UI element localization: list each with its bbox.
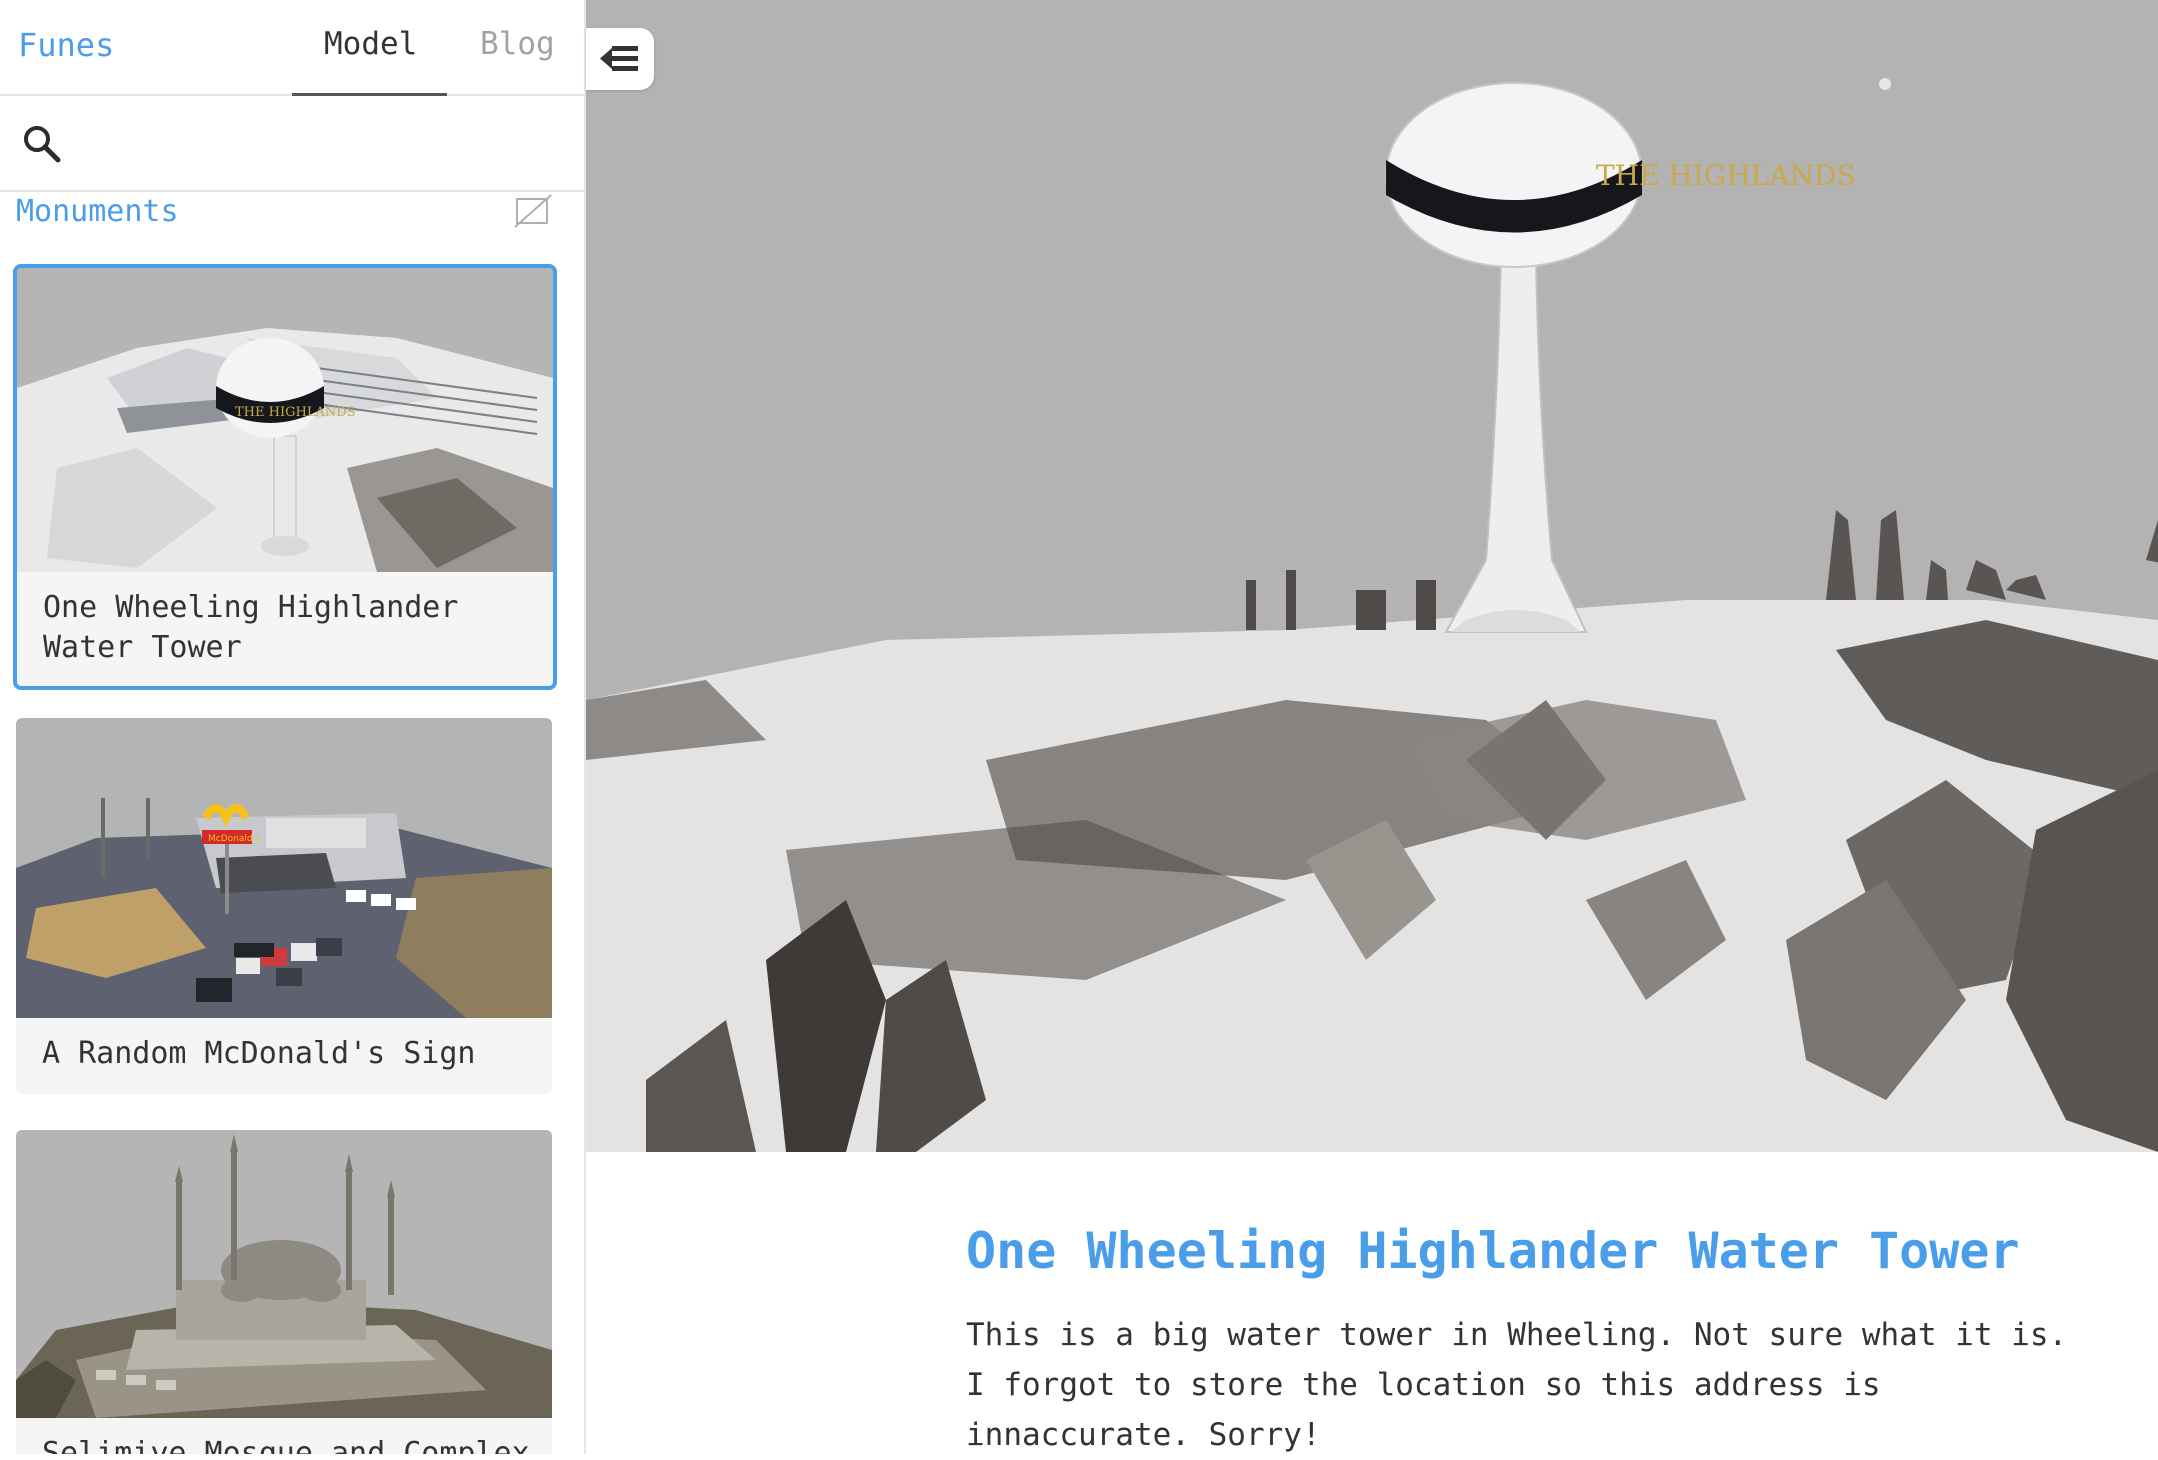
search-icon[interactable]: [20, 122, 64, 166]
water-tower-3d-model[interactable]: THE HIGHLANDS: [586, 0, 2158, 1152]
search-bar[interactable]: [0, 96, 584, 192]
model-description: This is a big water tower in Wheeling. N…: [966, 1317, 2068, 1453]
tab-blog[interactable]: Blog: [480, 26, 555, 62]
model-card-water-tower[interactable]: THE HIGHLANDS One Wheeling Highlander Wa…: [13, 264, 557, 690]
mosque-thumbnail: [16, 1130, 552, 1418]
collapse-sidebar-button[interactable]: [586, 28, 654, 90]
model-card-mosque[interactable]: Selimiye Mosque and Complex: [16, 1130, 552, 1454]
tower-logo-text: THE HIGHLANDS: [1596, 159, 1856, 192]
model-card-mcdonalds[interactable]: McDonald's A Random McDonald's Sign: [16, 718, 552, 1094]
model-card-label: A Random McDonald's Sign: [42, 1036, 476, 1071]
model-card-label: Selimiye Mosque and Complex: [42, 1436, 530, 1454]
model-title: One Wheeling Highlander Water Tower: [966, 1222, 2020, 1280]
svg-text:McDonald's: McDonald's: [208, 834, 260, 844]
brand-logo[interactable]: Funes: [18, 26, 114, 64]
water-tower-thumbnail: THE HIGHLANDS: [17, 268, 553, 572]
collapse-sidebar-icon: [600, 46, 638, 71]
sidebar: Funes Model Blog Monuments THE HIGHLANDS…: [0, 0, 586, 1454]
hide-icon[interactable]: [514, 192, 552, 230]
svg-text:THE HIGHLANDS: THE HIGHLANDS: [235, 405, 356, 420]
tab-model[interactable]: Model: [324, 26, 417, 62]
model-viewer[interactable]: THE HIGHLANDS: [586, 0, 2158, 1152]
mcdonalds-thumbnail: McDonald's: [16, 718, 552, 1018]
model-card-label: One Wheeling Highlander Water Tower: [43, 590, 459, 665]
top-nav: Funes Model Blog: [0, 0, 584, 96]
collection-title[interactable]: Monuments: [16, 194, 179, 229]
